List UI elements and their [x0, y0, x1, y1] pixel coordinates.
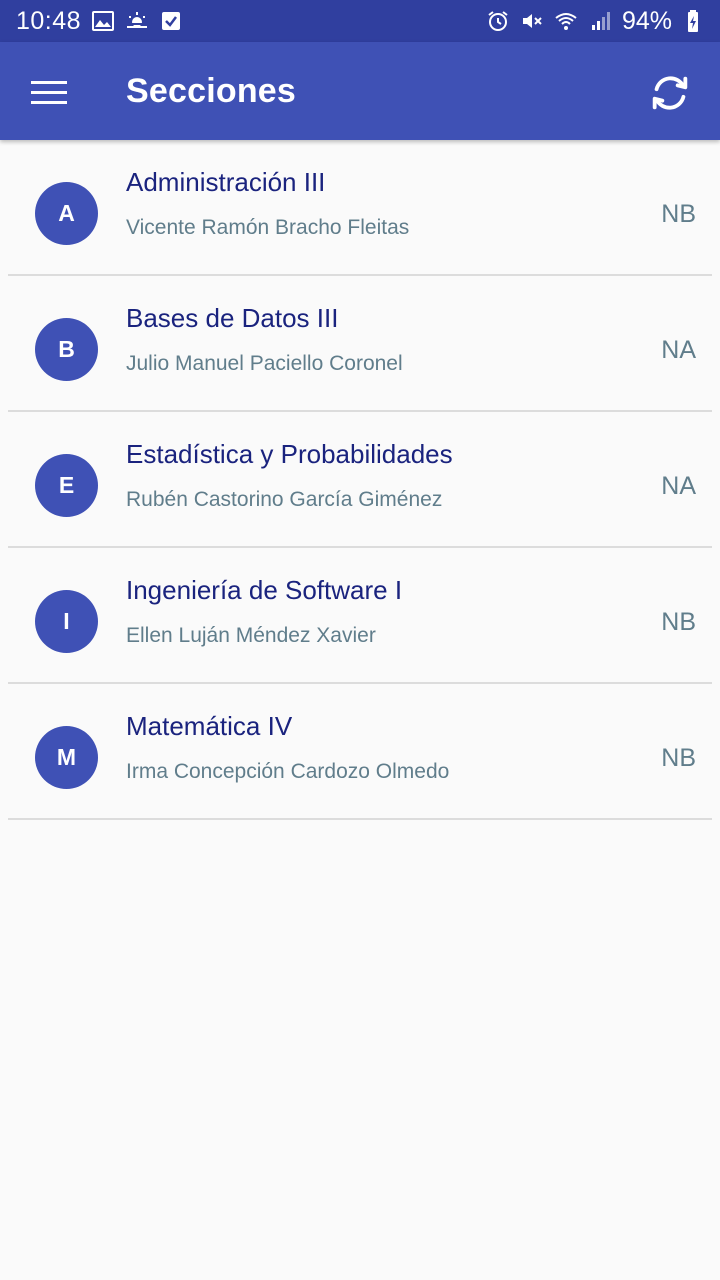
section-status: NB [661, 744, 696, 772]
battery-percent: 94% [621, 6, 672, 35]
list-item[interactable]: A Administración III Vicente Ramón Brach… [0, 140, 720, 276]
status-bar-left: 10:48 [16, 7, 183, 36]
refresh-icon [652, 76, 688, 110]
section-status: NA [661, 472, 696, 500]
list-item[interactable]: E Estadística y Probabilidades Rubén Cas… [0, 412, 720, 548]
section-teacher: Vicente Ramón Bracho Fleitas [126, 216, 410, 239]
wifi-icon [554, 9, 578, 33]
checkbox-icon [159, 9, 183, 33]
signal-icon [588, 9, 612, 33]
sections-list: A Administración III Vicente Ramón Brach… [0, 140, 720, 820]
status-time: 10:48 [16, 6, 82, 35]
hamburger-menu-icon [31, 81, 67, 104]
section-title: Administración III [126, 167, 326, 197]
alarm-icon [486, 9, 510, 33]
image-icon [91, 9, 115, 33]
avatar: A [35, 182, 98, 245]
section-teacher: Irma Concepción Cardozo Olmedo [126, 760, 450, 783]
page-title: Secciones [126, 72, 297, 110]
avatar: E [35, 454, 98, 517]
section-title: Ingeniería de Software I [126, 575, 403, 605]
section-teacher: Ellen Luján Méndez Xavier [126, 624, 376, 647]
avatar: B [35, 318, 98, 381]
list-item[interactable]: B Bases de Datos III Julio Manuel Paciel… [0, 276, 720, 412]
weather-icon [125, 9, 149, 33]
app-bar: Secciones [0, 42, 720, 140]
status-bar-right: 94% [486, 7, 706, 36]
list-item[interactable]: I Ingeniería de Software I Ellen Luján M… [0, 548, 720, 684]
menu-button[interactable] [24, 67, 74, 117]
section-teacher: Rubén Castorino García Giménez [126, 488, 443, 511]
refresh-button[interactable] [641, 64, 699, 122]
section-status: NB [661, 200, 696, 228]
status-bar: 10:48 94% [0, 0, 720, 42]
divider [8, 818, 712, 820]
section-teacher: Julio Manuel Paciello Coronel [126, 352, 403, 375]
section-title: Bases de Datos III [126, 303, 339, 333]
section-title: Estadística y Probabilidades [126, 439, 453, 469]
avatar: M [35, 726, 98, 789]
mute-icon [520, 9, 544, 33]
section-status: NA [661, 336, 696, 364]
avatar: I [35, 590, 98, 653]
list-item[interactable]: M Matemática IV Irma Concepción Cardozo … [0, 684, 720, 820]
section-status: NB [661, 608, 696, 636]
section-title: Matemática IV [126, 711, 293, 741]
battery-charging-icon [682, 9, 706, 33]
